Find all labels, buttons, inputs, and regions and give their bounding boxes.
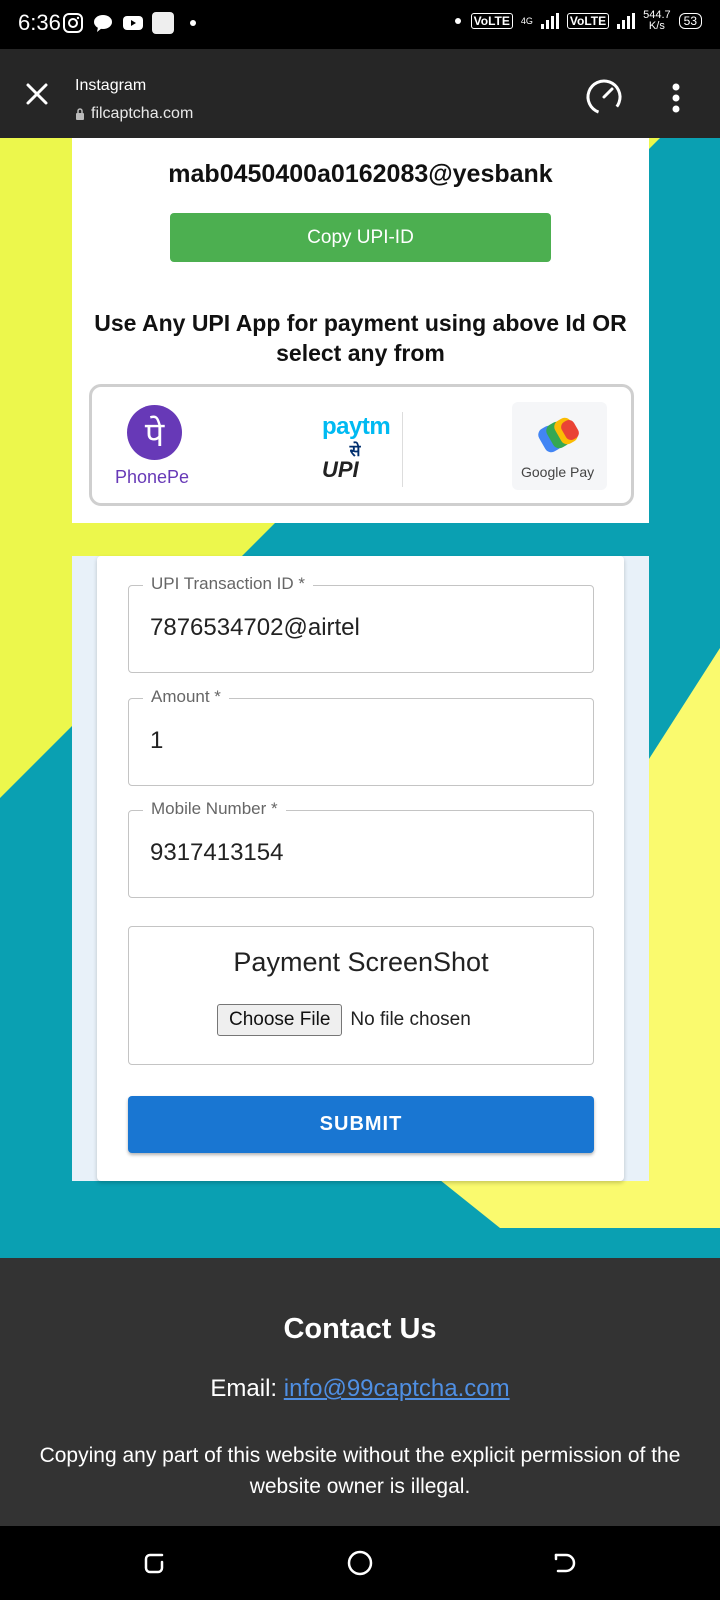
paytm-logo-text: paytm	[322, 413, 391, 440]
instagram-icon	[63, 13, 83, 33]
upi-transaction-id-field[interactable]: UPI Transaction ID * 7876534702@airtel	[128, 574, 594, 673]
payment-screenshot-upload: Payment ScreenShot Choose File No file c…	[128, 926, 594, 1065]
contact-email: Email: info@99captcha.com	[0, 1375, 720, 1403]
upi-transaction-id-value: 7876534702@airtel	[150, 614, 360, 641]
choose-file-button[interactable]: Choose File	[217, 1004, 343, 1036]
google-pay-option[interactable]: Google Pay	[512, 402, 607, 490]
system-navigation-bar	[0, 1526, 720, 1600]
app-notification-icon	[152, 12, 174, 34]
page-background: mab0450400a0162083@yesbank Copy UPI-ID U…	[0, 138, 720, 1258]
back-icon[interactable]	[548, 1546, 582, 1580]
phonepe-label: PhonePe	[115, 467, 190, 487]
network-speed: 544.7 K/s	[643, 9, 671, 32]
footer: Contact Us Email: info@99captcha.com Cop…	[0, 1258, 720, 1526]
payment-instruction: Use Any UPI App for payment using above …	[94, 310, 627, 366]
file-input: Choose File No file chosen	[217, 1004, 471, 1036]
notification-icons	[62, 12, 204, 34]
amount-value: 1	[150, 727, 164, 754]
amount-label: Amount *	[143, 687, 229, 707]
volte-badge-2: VoLTE	[566, 13, 610, 29]
signal-icon	[540, 13, 559, 29]
close-icon[interactable]	[22, 79, 52, 109]
mobile-number-field[interactable]: Mobile Number * 9317413154	[128, 799, 594, 898]
paytm-divider	[402, 412, 403, 487]
no-file-chosen-text: No file chosen	[350, 1009, 471, 1030]
upi-transaction-id-label: UPI Transaction ID *	[143, 574, 314, 594]
battery-indicator: 53	[678, 13, 702, 29]
speedometer-icon[interactable]	[584, 77, 624, 117]
browser-app-name: Instagram	[75, 77, 147, 94]
recent-apps-icon[interactable]	[138, 1546, 172, 1580]
copyright-notice: Copying any part of this website without…	[39, 1444, 681, 1498]
signal-icon-2	[617, 13, 636, 29]
network-type: 4G	[520, 16, 533, 26]
submit-button[interactable]: SUBMIT	[128, 1096, 594, 1153]
browser-url: filcaptcha.com	[75, 105, 193, 123]
contact-us-heading: Contact Us	[283, 1313, 437, 1345]
status-right: VoLTE 4G VoLTE 544.7 K/s 53	[453, 10, 702, 32]
form-section: UPI Transaction ID * 7876534702@airtel A…	[72, 556, 649, 1181]
volte-badge: VoLTE	[470, 13, 513, 29]
payment-screenshot-title: Payment ScreenShot	[233, 947, 489, 977]
browser-url-text: filcaptcha.com	[91, 105, 194, 122]
payment-form: UPI Transaction ID * 7876534702@airtel A…	[97, 556, 624, 1181]
status-time: 6:36	[18, 10, 61, 35]
email-label: Email:	[210, 1375, 284, 1402]
upi-apps-list: पे PhonePe paytm से UPI Google Pay	[89, 384, 634, 506]
phonepe-option[interactable]: पे PhonePe	[110, 387, 230, 503]
mobile-number-value: 9317413154	[150, 839, 284, 866]
dot-icon	[190, 20, 196, 26]
more-vert-icon[interactable]	[671, 83, 681, 113]
dot-icon	[454, 18, 461, 24]
paytm-upi-option[interactable]: paytm से UPI	[312, 387, 422, 503]
chat-icon	[94, 15, 112, 32]
mobile-number-label: Mobile Number *	[143, 799, 286, 819]
paytm-upi-text: UPI	[322, 457, 359, 482]
email-link[interactable]: info@99captcha.com	[284, 1375, 510, 1402]
youtube-icon	[123, 16, 143, 30]
upi-id-text: mab0450400a0162083@yesbank	[168, 160, 553, 188]
amount-field[interactable]: Amount * 1	[128, 687, 594, 786]
google-pay-logo-icon	[538, 417, 579, 453]
in-app-browser-header: Instagram filcaptcha.com	[0, 49, 720, 138]
copy-upi-id-button[interactable]: Copy UPI-ID	[170, 213, 551, 262]
lock-icon	[76, 108, 84, 120]
status-bar: 6:36 VoLTE 4G VoLTE 544.7 K/s 53	[0, 0, 720, 49]
upi-payment-card: mab0450400a0162083@yesbank Copy UPI-ID U…	[72, 138, 649, 523]
phonepe-logo-icon: पे	[127, 405, 182, 460]
google-pay-label: Google Pay	[521, 464, 595, 480]
home-icon[interactable]	[343, 1546, 377, 1580]
